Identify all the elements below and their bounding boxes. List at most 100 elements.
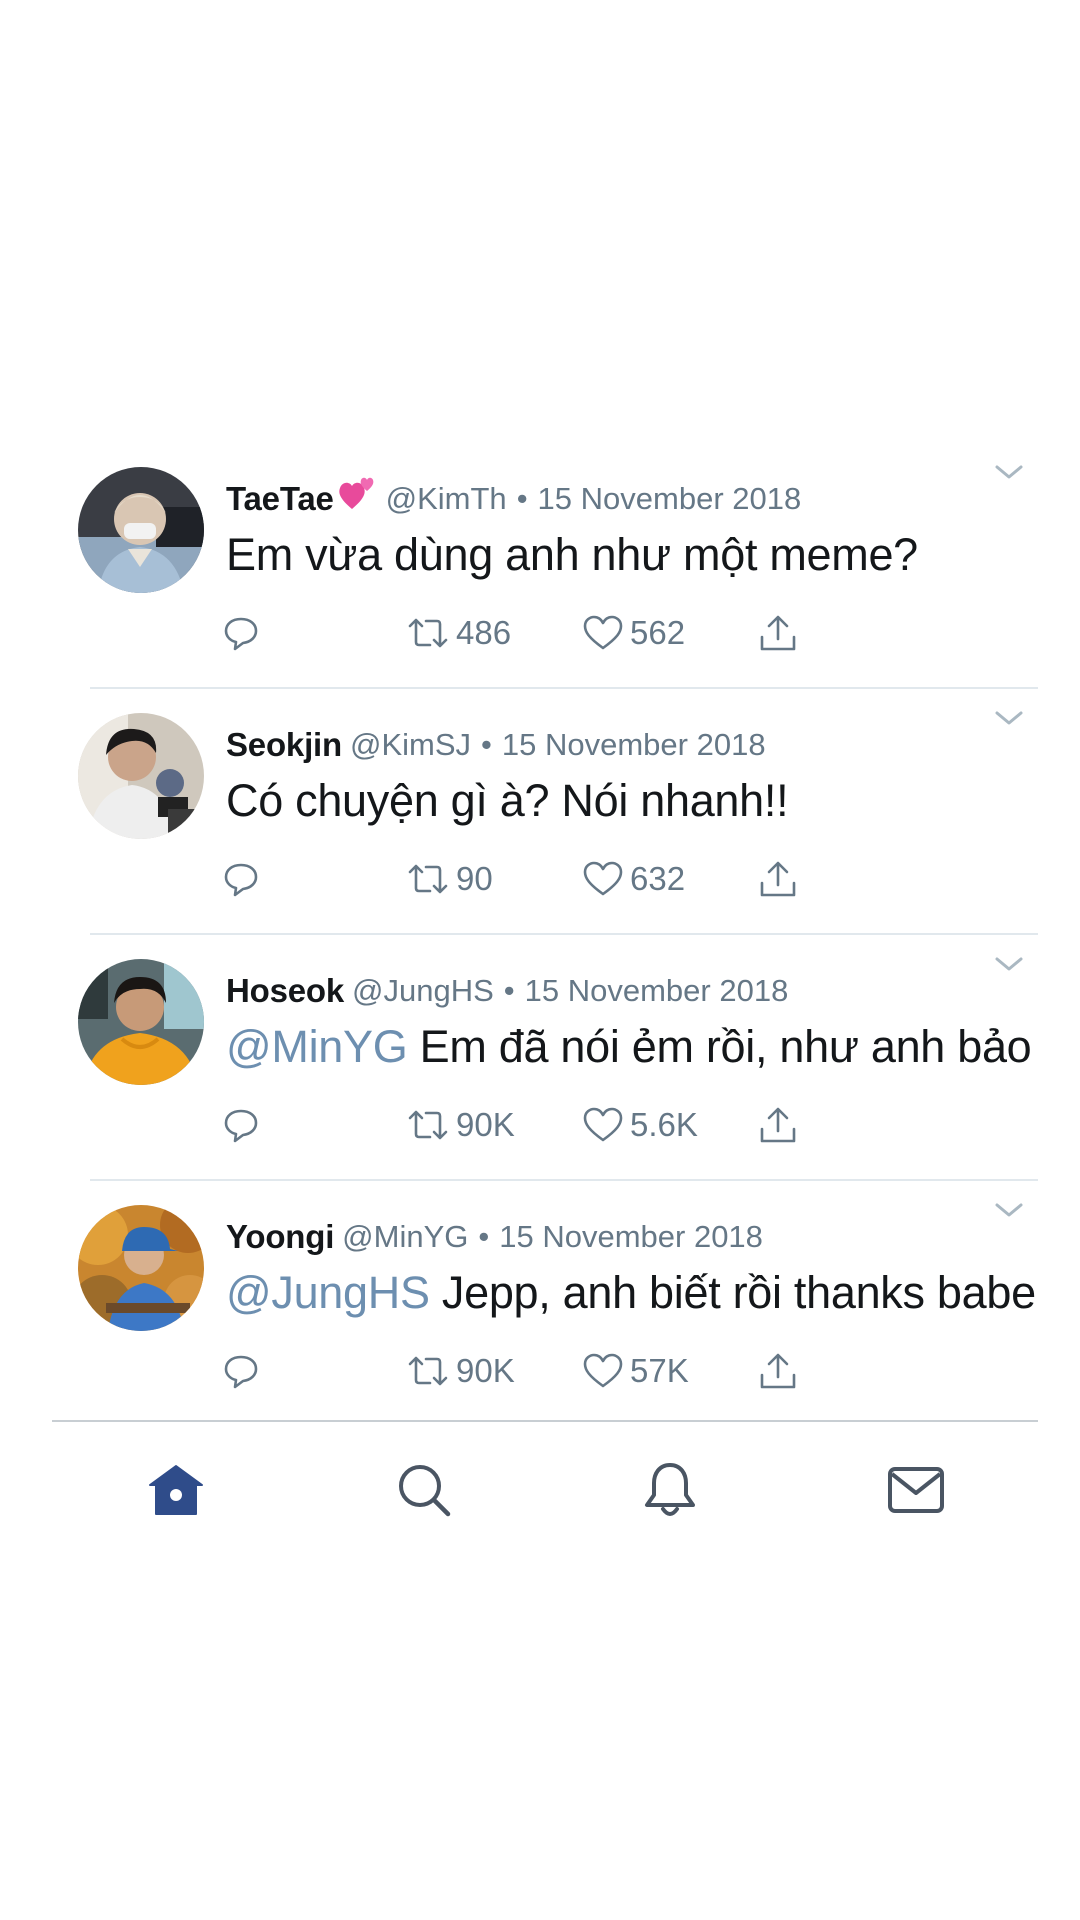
separator-dot: •: [481, 727, 492, 762]
retweet-count: 90K: [456, 1352, 515, 1389]
divider: [90, 933, 1038, 935]
chevron-down-icon[interactable]: [994, 707, 1024, 729]
share-icon: [760, 1107, 796, 1143]
share-icon: [760, 861, 796, 897]
home-icon: [149, 1465, 203, 1515]
retweet-button[interactable]: 90K: [406, 1343, 515, 1399]
mail-icon: [888, 1467, 944, 1513]
like-button[interactable]: 562: [582, 605, 685, 661]
reply-button[interactable]: [222, 851, 260, 907]
retweet-count: 486: [456, 614, 512, 651]
reply-icon: [224, 1109, 258, 1143]
tweet-text: @JungHS Jepp, anh biết rồi thanks babe: [226, 1267, 1036, 1319]
heart-icon: [583, 1353, 623, 1388]
avatar-photo: [78, 467, 204, 593]
tab-search[interactable]: [392, 1458, 456, 1522]
share-button[interactable]: [758, 1097, 798, 1153]
share-icon: [760, 615, 796, 651]
reply-button[interactable]: [222, 1097, 260, 1153]
tweet[interactable]: Hoseok @JungHS • 15 November 2018 @MinYG…: [0, 947, 1080, 1193]
chevron-down-icon[interactable]: [994, 1199, 1024, 1221]
avatar[interactable]: [78, 959, 204, 1085]
like-button[interactable]: 57K: [582, 1343, 689, 1399]
bottom-tab-bar: [0, 1420, 1080, 1540]
tweet-header: Yoongi @MinYG • 15 November 2018: [226, 1215, 763, 1259]
user-handle[interactable]: @JungHS: [352, 973, 494, 1009]
display-name[interactable]: Seokjin: [226, 726, 342, 764]
avatar-photo: [78, 959, 204, 1085]
tweet-date[interactable]: 15 November 2018: [499, 1219, 763, 1255]
tweet[interactable]: Seokjin @KimSJ • 15 November 2018 Có chu…: [0, 701, 1080, 947]
share-button[interactable]: [758, 605, 798, 661]
tweet-actions: 90K 5.6K: [222, 1097, 822, 1153]
heart-icon: [583, 861, 623, 896]
tweet-text-content: Jepp, anh biết rồi thanks babe: [441, 1267, 1036, 1318]
tweet-header: TaeTae @KimTh • 15 November 2018: [226, 477, 801, 521]
user-handle[interactable]: @KimTh: [386, 481, 507, 517]
tweet-date[interactable]: 15 November 2018: [538, 481, 802, 517]
reply-icon: [224, 617, 258, 651]
tweet-date[interactable]: 15 November 2018: [502, 727, 766, 763]
display-name[interactable]: Hoseok: [226, 972, 344, 1010]
avatar[interactable]: [78, 713, 204, 839]
tweet-text-content: Em vừa dùng anh như một meme?: [226, 529, 918, 580]
like-count: 5.6K: [630, 1106, 698, 1143]
retweet-count: 90: [456, 860, 493, 897]
share-button[interactable]: [758, 1343, 798, 1399]
user-handle[interactable]: @MinYG: [342, 1219, 468, 1255]
search-icon: [399, 1465, 451, 1517]
like-button[interactable]: 5.6K: [582, 1097, 698, 1153]
tweet[interactable]: TaeTae @KimTh • 15 November 2018 Em vừa …: [0, 455, 1080, 701]
timeline: TaeTae @KimTh • 15 November 2018 Em vừa …: [0, 455, 1080, 1439]
two-hearts-icon: [338, 477, 373, 509]
tab-messages[interactable]: [884, 1458, 948, 1522]
retweet-button[interactable]: 90K: [406, 1097, 515, 1153]
heart-icon: [583, 1107, 623, 1142]
like-button[interactable]: 632: [582, 851, 685, 907]
like-count: 562: [630, 614, 686, 651]
reply-icon: [224, 863, 258, 897]
separator-dot: •: [503, 973, 515, 1008]
retweet-icon: [408, 864, 448, 894]
tweet-header: Seokjin @KimSJ • 15 November 2018: [226, 723, 766, 767]
like-count: 57K: [630, 1352, 689, 1389]
tweet-date[interactable]: 15 November 2018: [525, 973, 789, 1009]
user-handle[interactable]: @KimSJ: [350, 727, 471, 763]
tweet-actions: 90 632: [222, 851, 822, 907]
tweet-header: Hoseok @JungHS • 15 November 2018: [226, 969, 788, 1013]
avatar-photo: [78, 713, 204, 839]
tab-bar-divider: [52, 1420, 1038, 1422]
retweet-count: 90K: [456, 1106, 515, 1143]
share-button[interactable]: [758, 851, 798, 907]
tweet-text: @MinYG Em đã nói ẻm rồi, như anh bảo: [226, 1021, 1032, 1073]
tab-home[interactable]: [144, 1458, 208, 1522]
tab-notifications[interactable]: [638, 1458, 702, 1522]
chevron-down-icon[interactable]: [994, 461, 1024, 483]
avatar-photo: [78, 1205, 204, 1331]
heart-icon: [583, 615, 623, 650]
retweet-button[interactable]: 90: [406, 851, 493, 907]
tweet-actions: 90K 57K: [222, 1343, 822, 1399]
reply-button[interactable]: [222, 605, 260, 661]
chevron-down-icon[interactable]: [994, 953, 1024, 975]
tweet-text-content: Có chuyện gì à? Nói nhanh!!: [226, 775, 789, 826]
retweet-icon: [408, 618, 448, 648]
separator-dot: •: [478, 1219, 490, 1254]
tweet-actions: 486 562: [222, 605, 822, 661]
retweet-button[interactable]: 486: [406, 605, 511, 661]
share-icon: [760, 1353, 796, 1389]
mention-link[interactable]: @JungHS: [226, 1267, 430, 1318]
mention-link[interactable]: @MinYG: [226, 1021, 408, 1072]
avatar[interactable]: [78, 1205, 204, 1331]
divider: [90, 1179, 1038, 1181]
display-name[interactable]: Yoongi: [226, 1218, 334, 1256]
tweet[interactable]: Yoongi @MinYG • 15 November 2018 @JungHS…: [0, 1193, 1080, 1439]
reply-button[interactable]: [222, 1343, 260, 1399]
tweet-text-content: Em đã nói ẻm rồi, như anh bảo: [419, 1021, 1032, 1072]
retweet-icon: [408, 1356, 448, 1386]
divider: [90, 687, 1038, 689]
display-name[interactable]: TaeTae: [226, 480, 334, 518]
tweet-text: Có chuyện gì à? Nói nhanh!!: [226, 775, 789, 827]
avatar[interactable]: [78, 467, 204, 593]
retweet-icon: [408, 1110, 448, 1140]
